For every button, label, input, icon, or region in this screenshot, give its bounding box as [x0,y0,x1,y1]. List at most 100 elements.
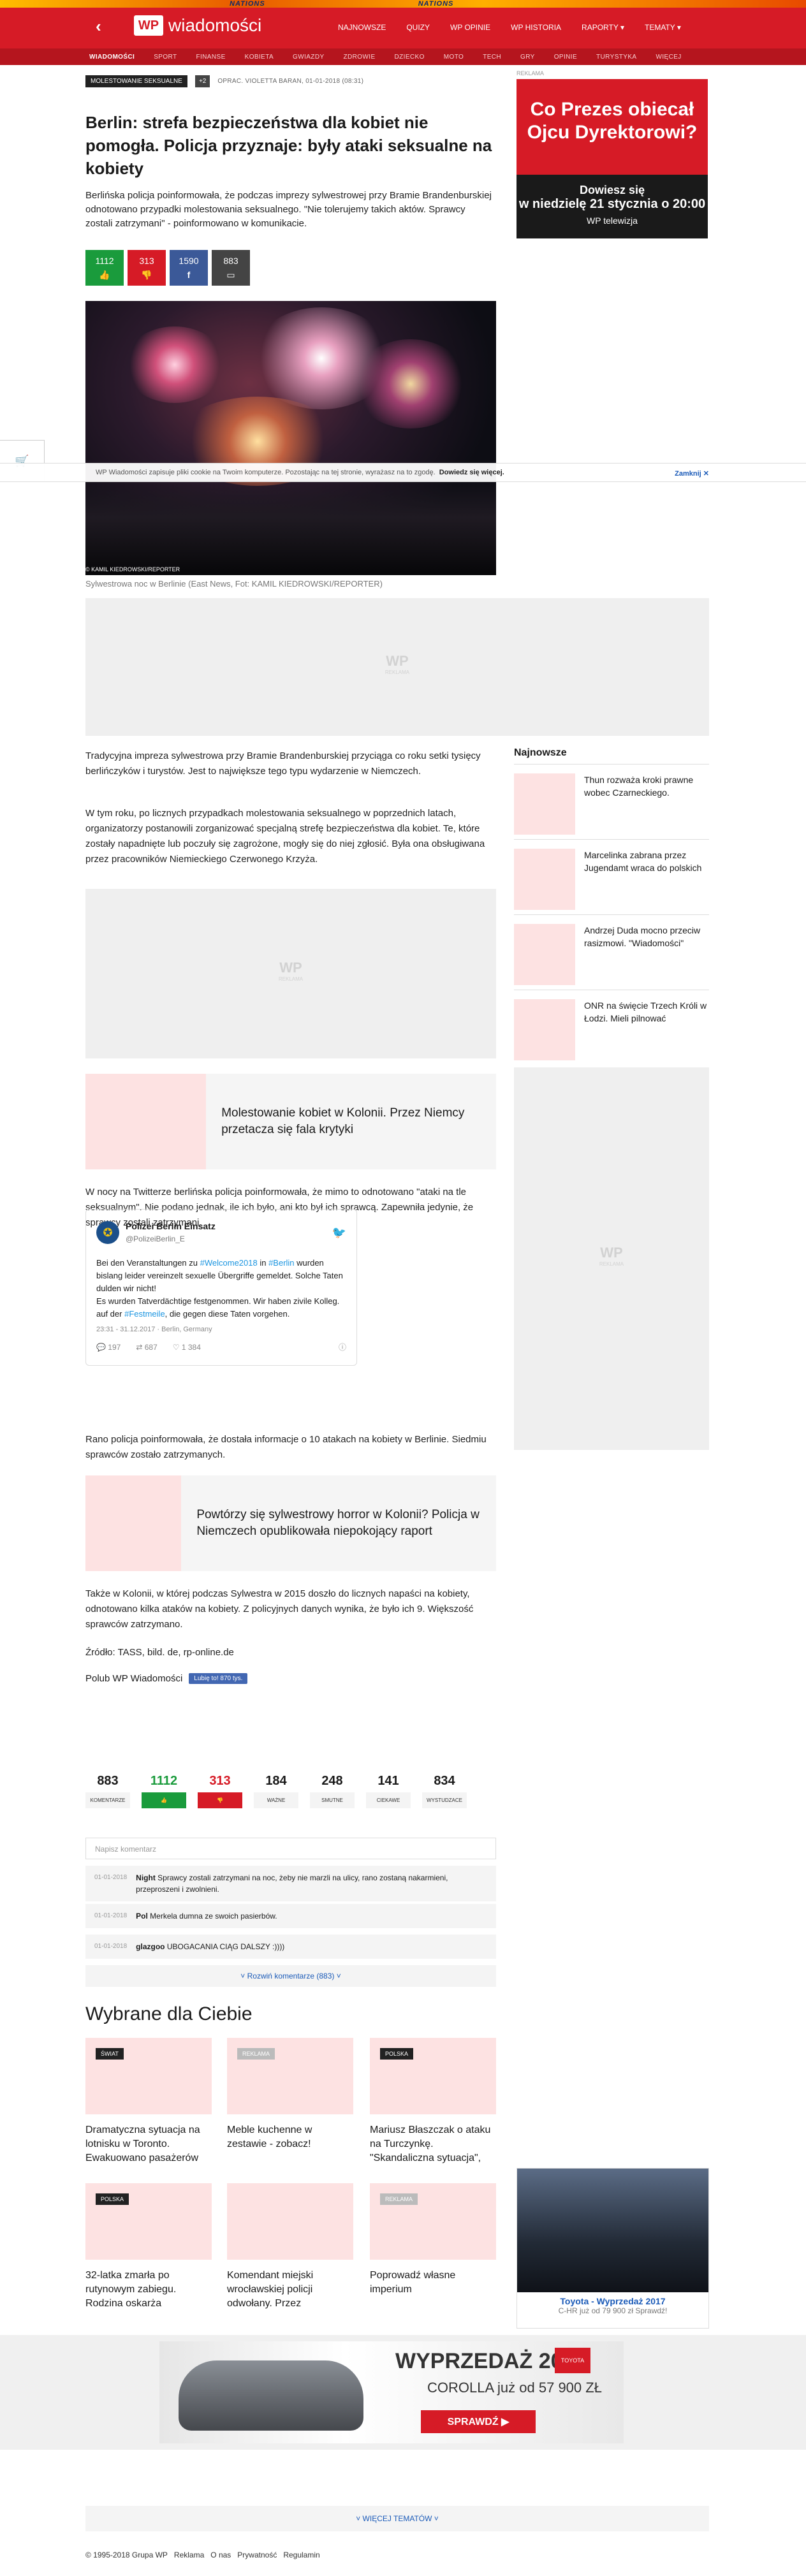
like-count: 1 384 [181,1343,201,1352]
nav-quizy[interactable]: QUIZY [396,23,440,32]
comments-button[interactable]: 883 ▭ [212,250,250,286]
related-thumbnail [85,1074,207,1169]
like-count: 1112 [95,255,114,266]
comment-item[interactable]: 01-01-2018 Night Sprawcy zostali zatrzyma… [85,1866,496,1901]
comment-user[interactable]: Pol [136,1912,148,1921]
more-tags-badge[interactable]: +2 [194,75,210,87]
pick-card[interactable]: POLSKA 32-latka zmarła po rutynowym zabie… [85,2183,212,2311]
newest-item[interactable]: Thun rozważa kroki prawne wobec Czarneck… [514,764,709,835]
back-arrow-icon[interactable]: ‹ [96,18,101,34]
cookie-more-link[interactable]: Dowiedz się więcej. [439,469,504,476]
section-zdrowie[interactable]: ZDROWIE [344,48,386,61]
twitter-bird-icon[interactable]: 🐦 [332,1226,346,1239]
newest-item[interactable]: Andrzej Duda mocno przeciw rasizmowi. "W… [514,914,709,985]
nav-wp-historia[interactable]: WP HISTORIA [501,23,571,32]
pick-title: Komendant miejski wrocławskiej policji o… [227,2270,314,2309]
nav-wp-opinie[interactable]: WP OPINIE [440,23,501,32]
ad-cta-button[interactable]: SPRAWDŹ ▶ [421,2410,536,2433]
footer-link-reklama[interactable]: Reklama [174,2550,204,2559]
comment-stats: 883 KOMENTARZE 1112 👍 313 👎 184 WAŻNE 248 SMU… [85,1774,467,1808]
hashtag-link[interactable]: #Welcome2018 [200,1258,258,1268]
like-page-row: Polub WP Wiadomości Lubię to! 870 tys. [85,1673,248,1684]
section-gwiazdy[interactable]: GWIAZDY [293,48,334,61]
section-wiadomosci[interactable]: WIADOMOŚCI [89,48,145,61]
footer-link-o-nas[interactable]: O nas [210,2550,231,2559]
topic-tag[interactable]: MOLESTOWANIE SEKSUALNE [85,75,187,87]
reply-action[interactable]: 💬 197 [96,1341,121,1354]
pick-card[interactable]: ŚWIAT Dramatyczna sytuacja na lotnisku w … [85,2038,212,2165]
related-article[interactable]: Powtórzy się sylwestrowy horror w Koloni… [85,1475,496,1571]
section-turystyka[interactable]: TURYSTYKA [596,48,647,61]
stat-wkurzajace[interactable]: 834 WYSTUDZACE [422,1774,467,1808]
stat-ciekawe[interactable]: 141 CIEKAWE [366,1774,411,1808]
pick-thumbnail: POLSKA [85,2183,212,2260]
nav-raporty[interactable]: RAPORTY ▾ [571,23,634,32]
car-interior-image [517,2169,708,2292]
sidebar-ad[interactable]: Co Prezes obiecał Ojcu Dyrektorowi? Dowi… [517,79,708,238]
reaction-buttons: 1112 👍 313 👎 1590 f 883 ▭ [85,250,250,286]
comment-input[interactable]: Napisz komentarz [85,1838,496,1859]
info-icon[interactable]: ⓘ [339,1341,346,1354]
pick-thumbnail [227,2183,353,2260]
ad-slot[interactable]: WP REKLAMA [85,889,496,1058]
retweet-action[interactable]: ⇄ 687 [136,1341,157,1354]
comment-date: 01-01-2018 [94,1943,128,1950]
stat-smutne[interactable]: 248 SMUTNE [310,1774,355,1808]
sidebar-ad-slot[interactable]: WP REKLAMA [514,1067,709,1450]
fb-like-button[interactable]: Lubię to! 870 tys. [189,1673,248,1684]
dislike-button[interactable]: 313 👎 [128,250,166,286]
pick-card[interactable]: POLSKA Mariusz Błaszczak o ataku na Turcz… [370,2038,496,2165]
stat-likes[interactable]: 1112 👍 [142,1774,186,1808]
stat-comments[interactable]: 883 KOMENTARZE [85,1774,130,1808]
pick-label: ŚWIAT [96,2048,124,2060]
comment-user[interactable]: glazgoo [136,1942,165,1951]
stat-wazne[interactable]: 184 WAŻNE [254,1774,298,1808]
section-wiecej[interactable]: więcej [656,48,691,61]
main-nav: NAJNOWSZE QUIZY WP OPINIE WP HISTORIA RA… [328,23,691,32]
section-finanse[interactable]: FINANSE [196,48,236,61]
ad-slot[interactable]: WP REKLAMA [85,598,709,736]
pick-label: POLSKA [96,2193,129,2205]
facebook-share-button[interactable]: 1590 f [170,250,208,286]
ad-model: COROLLA już od 57 900 ZŁ [427,2380,602,2396]
expand-comments-button[interactable]: ˅ Rozwiń komentarze (883) ˅ [85,1965,496,1987]
more-topics-button[interactable]: ˅ WIĘCEJ TEMATÓW ˅ [85,2506,709,2531]
comment-item[interactable]: 01-01-2018 Pol Merkela dumna ze swoich pa… [85,1904,496,1928]
pick-card[interactable]: REKLAMA Meble kuchenne w zestawie - zobac… [227,2038,353,2151]
footer-link-prywatnosc[interactable]: Prywatność [237,2550,277,2559]
bottom-ad[interactable]: WYPRZEDAŻ 2017 COROLLA już od 57 900 ZŁ … [0,2335,806,2450]
like-action[interactable]: ♡ 1 384 [173,1341,201,1354]
top-ad-strip[interactable]: NATIONS NATIONS [0,0,806,8]
pick-card[interactable]: REKLAMA Poprowadź własne imperium [370,2183,496,2297]
section-dziecko[interactable]: DZIECKO [395,48,435,61]
newest-item[interactable]: ONR na święcie Trzech Króli w Łodzi. Mie… [514,990,709,1060]
nav-najnowsze[interactable]: NAJNOWSZE [328,23,396,32]
section-gry[interactable]: GRY [520,48,545,61]
tweet-meta[interactable]: 23:31 - 31.12.2017 · Berlin, Germany [96,1323,346,1336]
pick-card[interactable]: Komendant miejski wrocławskiej policji o… [227,2183,353,2311]
footer-link-regulamin[interactable]: Regulamin [283,2550,319,2559]
embedded-tweet[interactable]: ✪ Polizei Berlin Einsatz @PolizeiBerlin_… [85,1209,357,1366]
comment-item[interactable]: 01-01-2018 glazgoo UBOGACANIA CIĄG DALSZY… [85,1935,496,1959]
section-kobieta[interactable]: KOBIETA [245,48,284,61]
stat-dislikes[interactable]: 313 👎 [198,1774,242,1808]
like-button[interactable]: 1112 👍 [85,250,124,286]
newest-thumbnail [514,924,575,985]
toyota-ad[interactable]: Toyota - Wyprzedaż 2017 C-HR już od 79 9… [517,2168,709,2329]
cookie-close-button[interactable]: Zamknij ✕ [675,469,709,478]
section-tech[interactable]: TECH [483,48,511,61]
related-article[interactable]: Molestowanie kobiet w Kolonii. Przez Nie… [85,1074,496,1169]
article-photo[interactable] [85,301,496,575]
tweet-handle[interactable]: @PolizeiBerlin_E [126,1233,216,1245]
tweet-author[interactable]: Polizei Berlin Einsatz [126,1220,216,1233]
site-logo[interactable]: WP wiadomości [134,15,261,36]
hashtag-link[interactable]: #Festmeile [124,1309,165,1319]
section-moto[interactable]: MOTO [444,48,474,61]
section-opinie[interactable]: OPINIE [554,48,587,61]
section-sport[interactable]: SPORT [154,48,187,61]
hashtag-link[interactable]: #Berlin [268,1258,294,1268]
newest-item[interactable]: Marcelinka zabrana przez Jugendamt wraca… [514,839,709,910]
comment-user[interactable]: Night [136,1873,156,1882]
nav-tematy[interactable]: TEMATY ▾ [634,23,691,32]
car-image [179,2360,363,2431]
